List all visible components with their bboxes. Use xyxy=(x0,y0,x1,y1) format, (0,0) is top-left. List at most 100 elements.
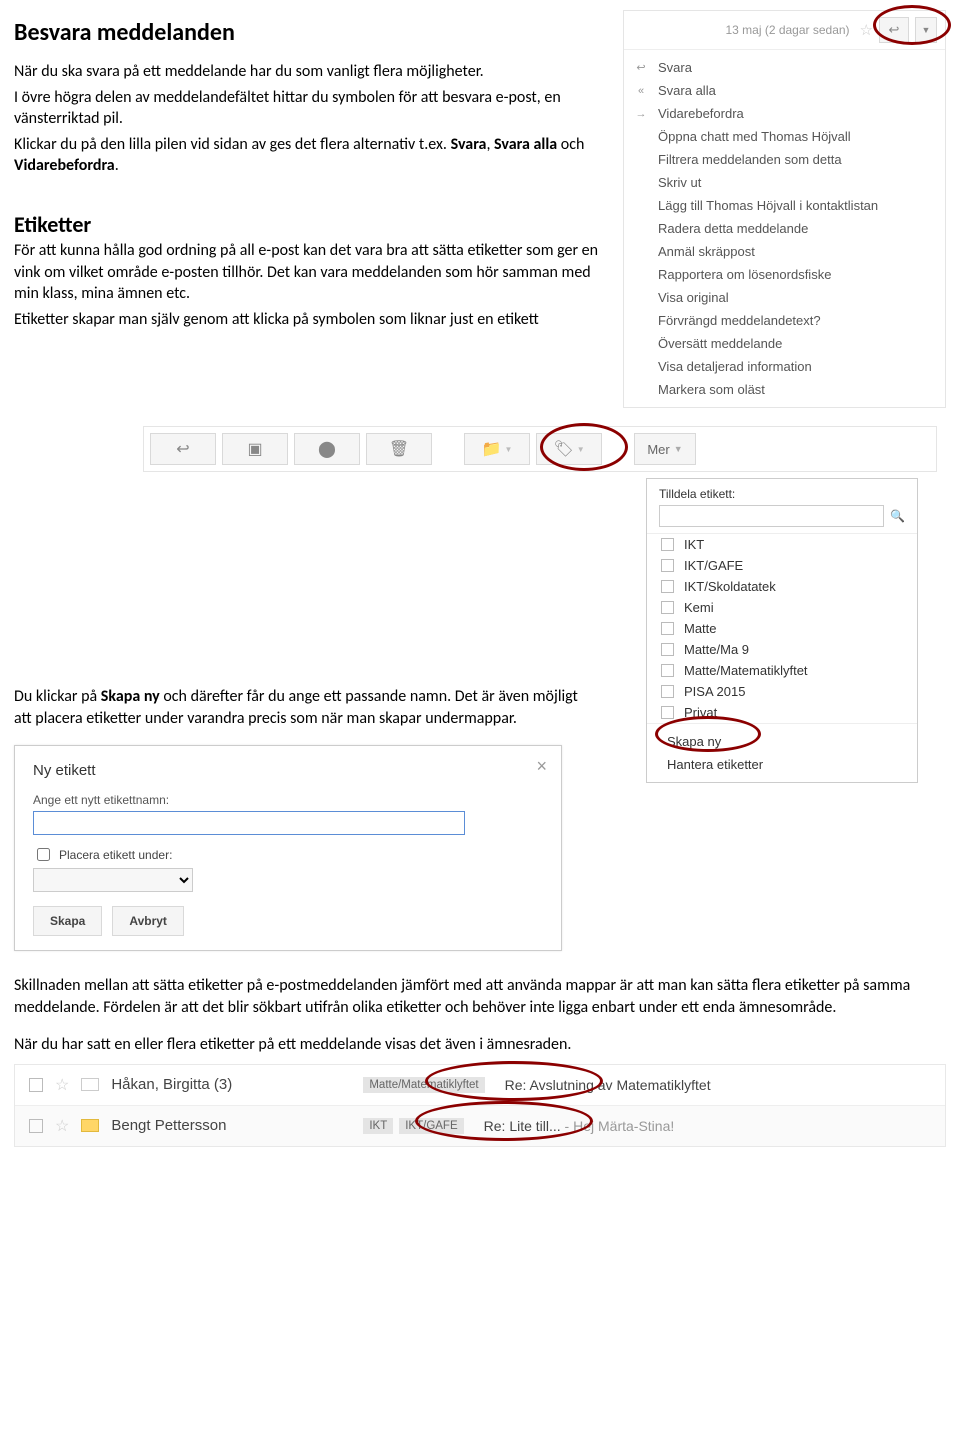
label-chips: IKT IKT/GAFE xyxy=(363,1118,463,1134)
checkbox-icon xyxy=(661,664,674,677)
menu-item-icon: → xyxy=(634,108,648,120)
label-chip[interactable]: IKT/GAFE xyxy=(399,1118,463,1134)
importance-icon[interactable] xyxy=(81,1119,99,1132)
paragraph: Skillnaden mellan att sätta etiketter på… xyxy=(14,975,946,1018)
label-option-text: IKT/Skoldatatek xyxy=(684,579,776,594)
star-icon[interactable]: ☆ xyxy=(55,1075,69,1095)
manage-labels-link[interactable]: Hantera etiketter xyxy=(647,753,917,776)
menu-item[interactable]: Visa detaljerad information xyxy=(624,355,945,378)
label-option[interactable]: Matte/Ma 9 xyxy=(647,639,917,660)
subject: Re: Avslutning av Matematiklyftet xyxy=(505,1077,711,1093)
menu-item[interactable]: ↩ Svara xyxy=(624,56,945,79)
paragraph: När du har satt en eller flera etiketter… xyxy=(14,1034,946,1056)
row-checkbox[interactable] xyxy=(29,1078,43,1092)
menu-item-label: Skriv ut xyxy=(658,175,701,190)
label-option-text: IKT xyxy=(684,537,704,552)
menu-item-label: Förvrängd meddelandetext? xyxy=(658,313,821,328)
gmail-reply-menu: 13 maj (2 dagar sedan) ☆ ↩ ▼ ↩ Svara « Svar… xyxy=(623,10,946,408)
row-checkbox[interactable] xyxy=(29,1119,43,1133)
checkbox-icon xyxy=(661,559,674,572)
more-button[interactable]: Mer▼ xyxy=(634,433,696,465)
more-caret-button[interactable]: ▼ xyxy=(915,17,937,43)
label-option-text: Matte xyxy=(684,621,717,636)
spam-button[interactable]: ⬤ xyxy=(294,433,360,465)
archive-button[interactable]: ▣ xyxy=(222,433,288,465)
delete-button[interactable]: 🗑 xyxy=(366,433,432,465)
menu-item-label: Filtrera meddelanden som detta xyxy=(658,152,842,167)
moveto-button[interactable]: 📁▼ xyxy=(464,433,530,465)
importance-icon[interactable] xyxy=(81,1078,99,1091)
label-chip[interactable]: Matte/Matematiklyftet xyxy=(363,1077,484,1093)
inbox-row[interactable]: ☆Håkan, Birgitta (3)Matte/Matematiklyfte… xyxy=(15,1065,945,1106)
label-option[interactable]: IKT xyxy=(647,534,917,555)
label-name-input[interactable] xyxy=(33,811,465,835)
menu-item-label: Markera som oläst xyxy=(658,382,765,397)
paragraph: Klickar du på den lilla pilen vid sidan … xyxy=(14,134,599,177)
menu-item-label: Visa original xyxy=(658,290,729,305)
paragraph: Du klickar på Skapa ny och därefter får … xyxy=(14,686,599,729)
menu-item[interactable]: Förvrängd meddelandetext? xyxy=(624,309,945,332)
label-option[interactable]: Kemi xyxy=(647,597,917,618)
label-option[interactable]: PISA 2015 xyxy=(647,681,917,702)
label-search-input[interactable] xyxy=(659,505,884,527)
star-icon[interactable]: ☆ xyxy=(860,21,873,39)
heading-besvara: Besvara meddelanden xyxy=(14,18,599,47)
menu-item[interactable]: Öppna chatt med Thomas Höjvall xyxy=(624,125,945,148)
checkbox-icon xyxy=(661,622,674,635)
checkbox-icon xyxy=(661,706,674,719)
label-chip[interactable]: IKT xyxy=(363,1118,393,1134)
label-option[interactable]: IKT/Skoldatatek xyxy=(647,576,917,597)
menu-item-label: Översätt meddelande xyxy=(658,336,782,351)
label-option-text: Matte/Ma 9 xyxy=(684,642,749,657)
menu-item-icon: ↩ xyxy=(634,61,648,74)
label-option[interactable]: Matte xyxy=(647,618,917,639)
create-label-link[interactable]: Skapa ny xyxy=(647,730,917,753)
menu-item-label: Vidarebefordra xyxy=(658,106,744,121)
checkbox-icon xyxy=(661,685,674,698)
heading-etiketter: Etiketter xyxy=(14,211,599,238)
label-option-text: Kemi xyxy=(684,600,714,615)
menu-item[interactable]: Filtrera meddelanden som detta xyxy=(624,148,945,171)
label-option[interactable]: IKT/GAFE xyxy=(647,555,917,576)
labels-button[interactable]: 🏷▼ xyxy=(536,433,602,465)
menu-item[interactable]: Lägg till Thomas Höjvall i kontaktlistan xyxy=(624,194,945,217)
star-icon[interactable]: ☆ xyxy=(55,1116,69,1136)
menu-item[interactable]: → Vidarebefordra xyxy=(624,102,945,125)
create-button[interactable]: Skapa xyxy=(33,906,102,936)
menu-item-label: Anmäl skräppost xyxy=(658,244,755,259)
paragraph: För att kunna hålla god ordning på all e… xyxy=(14,240,599,305)
label-option[interactable]: Privat xyxy=(647,702,917,723)
gmail-toolbar: ↩ ▣ ⬤ 🗑 📁▼ 🏷▼ Mer▼ xyxy=(143,426,937,472)
menu-item-label: Rapportera om lösenordsfiske xyxy=(658,267,831,282)
label-dropdown-panel: Tilldela etikett: 🔍 IKTIKT/GAFEIKT/Skold… xyxy=(646,478,918,783)
menu-item-label: Öppna chatt med Thomas Höjvall xyxy=(658,129,851,144)
new-label-dialog: × Ny etikett Ange ett nytt etikettnamn: … xyxy=(14,745,562,951)
menu-item[interactable]: Översätt meddelande xyxy=(624,332,945,355)
dialog-label: Ange ett nytt etikettnamn: xyxy=(33,793,543,807)
paragraph: Etiketter skapar man själv genom att kli… xyxy=(14,309,599,331)
menu-item[interactable]: Markera som oläst xyxy=(624,378,945,401)
checkbox-icon xyxy=(661,601,674,614)
menu-item[interactable]: « Svara alla xyxy=(624,79,945,102)
menu-item[interactable]: Rapportera om lösenordsfiske xyxy=(624,263,945,286)
menu-item[interactable]: Skriv ut xyxy=(624,171,945,194)
menu-item[interactable]: Visa original xyxy=(624,286,945,309)
reply-button[interactable]: ↩ xyxy=(879,17,909,43)
message-date: 13 maj (2 dagar sedan) xyxy=(725,23,849,37)
menu-item-label: Svara xyxy=(658,60,692,75)
search-icon: 🔍 xyxy=(890,509,905,523)
checkbox-icon xyxy=(661,580,674,593)
dialog-title: Ny etikett xyxy=(33,762,543,779)
parent-label-select[interactable] xyxy=(33,868,193,892)
close-icon[interactable]: × xyxy=(536,756,547,777)
menu-item[interactable]: Anmäl skräppost xyxy=(624,240,945,263)
cancel-button[interactable]: Avbryt xyxy=(112,906,184,936)
label-option-text: Privat xyxy=(684,705,717,720)
inbox-row[interactable]: ☆Bengt PetterssonIKTIKT/GAFERe: Lite til… xyxy=(15,1106,945,1146)
label-option[interactable]: Matte/Matematiklyftet xyxy=(647,660,917,681)
menu-item[interactable]: Radera detta meddelande xyxy=(624,217,945,240)
place-under-checkbox[interactable] xyxy=(37,848,50,861)
back-button[interactable]: ↩ xyxy=(150,433,216,465)
menu-item-label: Svara alla xyxy=(658,83,716,98)
menu-item-icon: « xyxy=(634,85,648,97)
